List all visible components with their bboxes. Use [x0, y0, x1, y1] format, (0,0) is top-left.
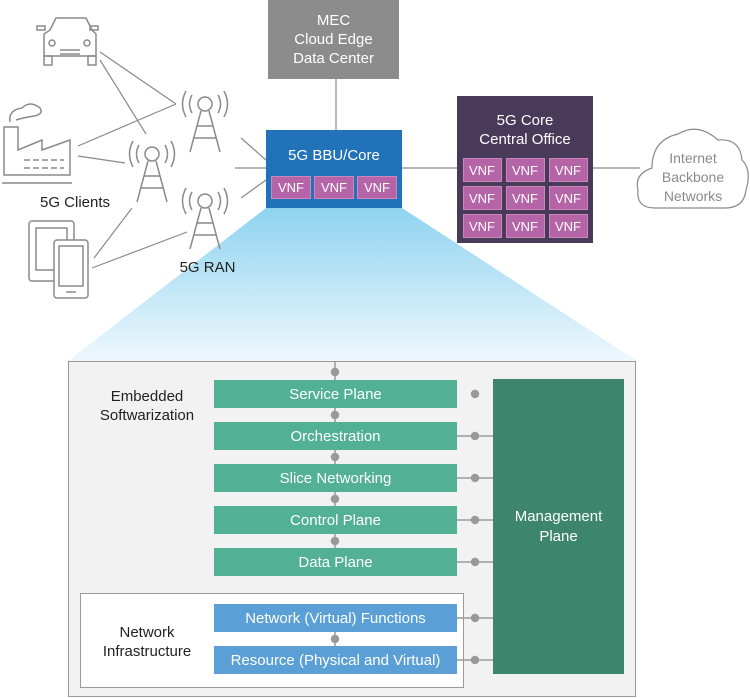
- stack-connectors: [330, 361, 493, 665]
- slice-networking: Slice Networking: [214, 464, 457, 492]
- resource-physical-virtual: Resource (Physical and Virtual): [214, 646, 457, 674]
- orchestration: Orchestration: [214, 422, 457, 450]
- label-line: Embedded: [110, 388, 184, 405]
- label-line: Plane: [539, 527, 578, 545]
- label-line: Infrastructure: [102, 643, 192, 660]
- control-plane: Control Plane: [214, 506, 457, 534]
- label-line: Management: [514, 507, 603, 525]
- embedded-softwarization-label: Embedded Softwarization: [88, 387, 206, 425]
- label-line: Softwarization: [99, 407, 195, 424]
- data-plane: Data Plane: [214, 548, 457, 576]
- network-virtual-functions: Network (Virtual) Functions: [214, 604, 457, 632]
- service-plane: Service Plane: [214, 380, 457, 408]
- label-line: Network: [119, 624, 175, 641]
- network-infrastructure-label: Network Infrastructure: [88, 623, 206, 661]
- management-plane: Management Plane: [493, 379, 624, 674]
